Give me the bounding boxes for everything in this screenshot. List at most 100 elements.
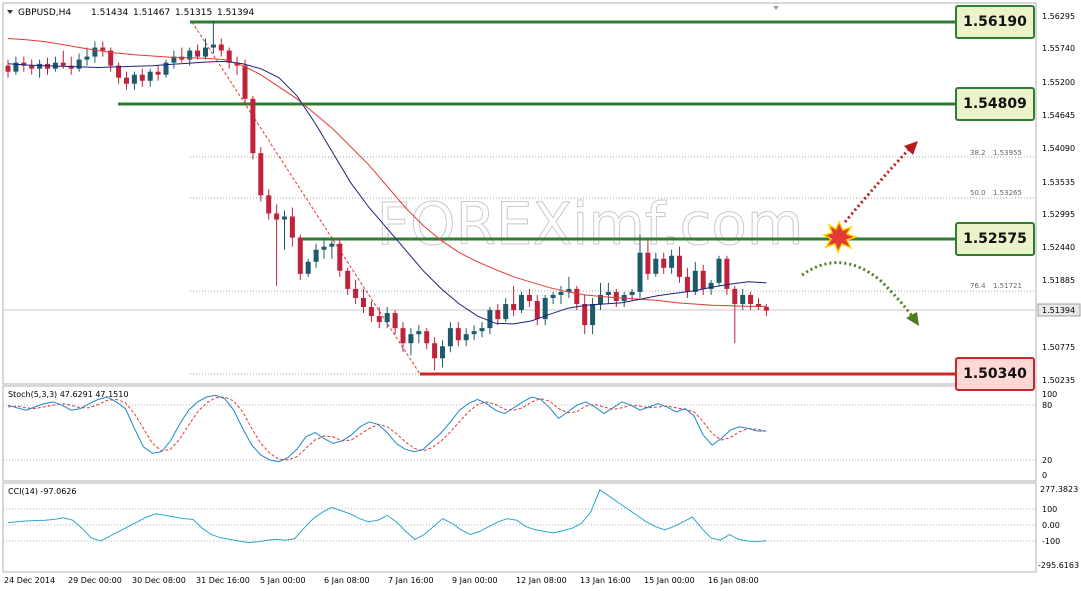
cci-tick: 0.00 [1042,521,1060,530]
candle-body [716,258,722,283]
price-tick: 1.50235 [1042,376,1075,385]
level-value: 1.54809 [963,96,1027,112]
candle-body [574,288,580,305]
fib-price-764: 1.51721 [993,282,1022,290]
cci-tick: 100 [1042,505,1057,514]
level-badge-2[interactable]: 1.54809 [955,87,1035,121]
candle-body [131,74,137,84]
candle-body [637,252,643,292]
candle-body [700,270,706,289]
candle-body [353,288,359,298]
candle-body [669,255,675,268]
price-tick: 1.54645 [1042,111,1075,120]
candle-body [519,294,524,311]
candle-body [384,313,390,323]
chart-canvas: FOREXimf.com GBPUSD,H4 1.51434 1.51467 1… [2,2,1081,585]
close-value: 1.51394 [217,8,254,18]
candle-body [471,331,477,335]
bullish-scenario-arrow [843,144,914,223]
fib-ratio-764: 76.4 [970,282,986,290]
candle-body [84,56,90,60]
candle-body [653,258,659,274]
candle-body [558,291,564,295]
bearish-scenario-arrow [801,261,914,317]
candle-body [463,334,469,341]
level-badge-4[interactable]: 1.50340 [955,357,1035,391]
candle-body [321,246,327,250]
dropdown-icon[interactable] [7,10,13,14]
stoch-tick: 20 [1042,456,1052,465]
ma-slow-line [7,38,767,307]
candle-body [692,270,698,292]
current-price-label: 1.51394 [1042,306,1075,315]
time-tick: 13 Jan 16:00 [580,576,631,585]
chart-header: GBPUSD,H4 1.51434 1.51467 1.51315 1.5139… [7,8,254,18]
candle-body [479,328,485,332]
candle-body [124,77,129,84]
candle-body [590,304,596,326]
candle-body [511,304,517,311]
cci-line [7,489,767,544]
candle-body [289,216,295,238]
candle-body [5,65,11,72]
candle-body [376,316,382,323]
candle-body [613,291,619,301]
candle-body [258,153,264,196]
candle-body [60,62,66,66]
candle-body [447,328,453,347]
candle-body [400,328,406,344]
level-value: 1.52575 [963,231,1027,247]
candle-body [748,294,754,305]
candle-body [526,294,532,301]
level-badge-1[interactable]: 1.56190 [955,5,1035,39]
cci-tick: -295.6163 [1038,561,1079,570]
cci-label: CCI(14) -97.0626 [8,487,76,496]
candle-body [432,343,438,359]
price-tick: 1.53535 [1042,178,1075,187]
time-tick: 6 Jan 08:00 [324,576,370,585]
candle-body [740,294,746,305]
cci-tick: -100 [1042,537,1060,546]
candle-body [605,291,611,295]
price-tick: 1.52995 [1042,210,1075,219]
candle-body [100,47,106,51]
stoch-label: Stoch(5,3,3) 47.6291 47.1510 [8,390,128,399]
candle-body [368,307,374,317]
high-value: 1.51467 [133,8,170,18]
candle-body [203,47,208,57]
candle-body [661,258,667,268]
price-tick: 1.54090 [1042,144,1075,153]
candle-body [416,331,422,335]
time-tick: 29 Dec 00:00 [68,576,122,585]
price-tick: 1.55200 [1042,78,1075,87]
candle-body [455,328,461,341]
open-value: 1.51434 [91,8,128,18]
candle-body [487,310,493,329]
candle-body [337,243,343,271]
candle-body [297,237,303,274]
stoch-tick: 100 [1042,390,1057,399]
stoch-tick: 0 [1042,471,1047,480]
level-value: 1.50340 [963,366,1027,382]
candle-body [329,243,335,247]
candle-body [266,195,272,214]
level-badge-3[interactable]: 1.52575 [955,222,1035,256]
candle-body [534,300,540,320]
price-tick: 1.56295 [1042,12,1075,21]
watermark: FOREXimf.com [377,190,804,258]
candle-body [139,74,145,81]
cci-pane-frame [2,482,1037,573]
candle-body [440,346,445,359]
candle-body [732,288,738,305]
candle-body [495,310,501,320]
candle-body [408,334,414,344]
cci-pane: CCI(14) -97.0626 277.3823 100 0.00 -100 … [3,485,1079,570]
candle-body [195,50,201,57]
fib-ratio-500: 50.0 [970,189,986,197]
candle-body [250,98,256,154]
time-tick: 30 Dec 08:00 [132,576,186,585]
shift-marker-icon[interactable] [773,6,779,10]
stoch-tick: 80 [1042,401,1052,410]
candle-body [424,331,430,344]
candle-body [37,63,43,69]
